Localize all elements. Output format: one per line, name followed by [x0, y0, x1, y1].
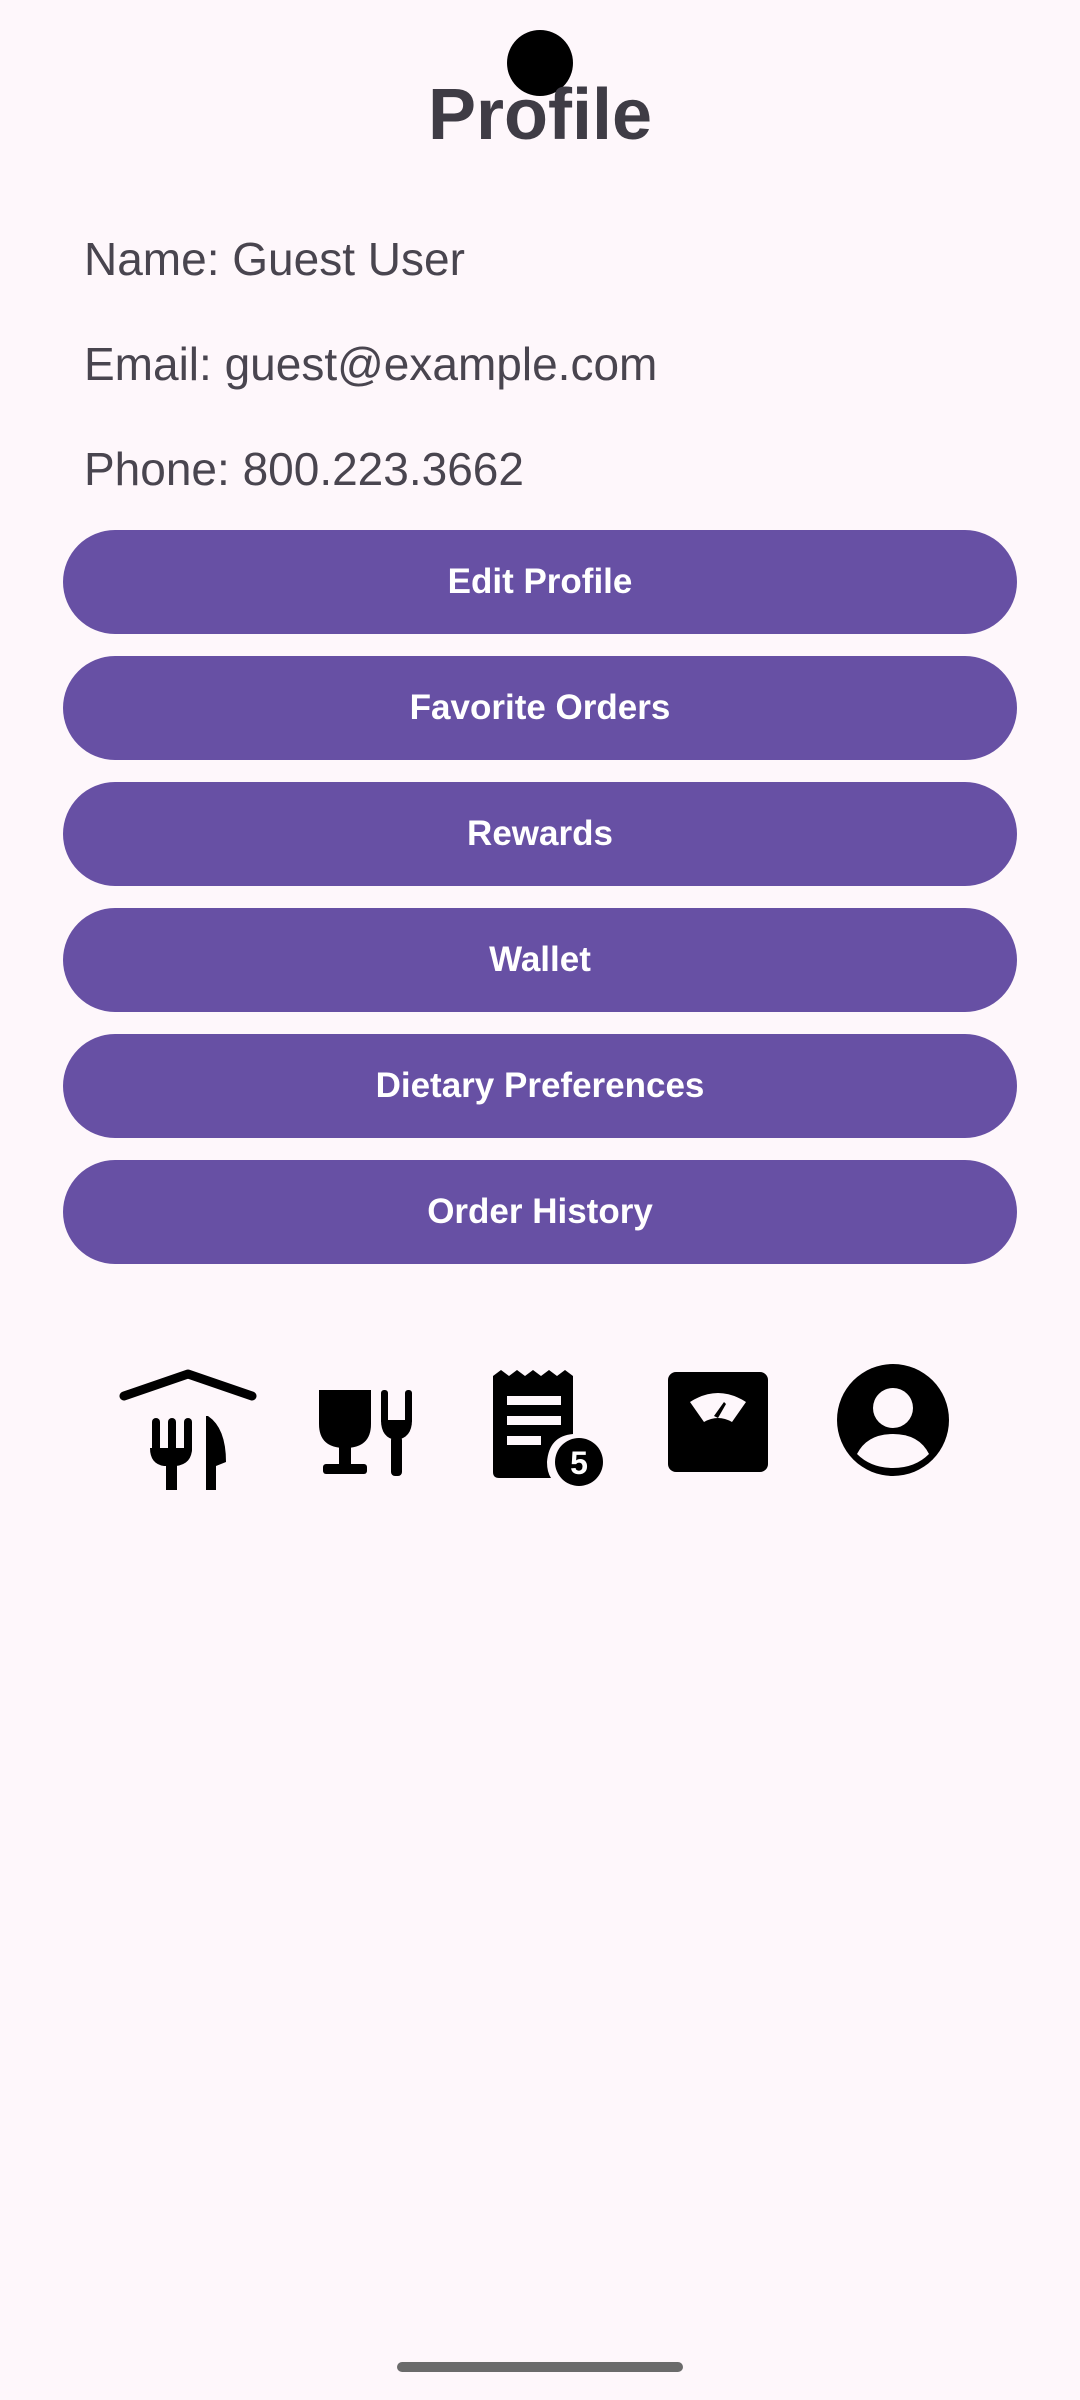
rewards-button[interactable]: Rewards — [63, 782, 1017, 886]
account-circle-icon — [837, 1364, 949, 1476]
bottom-navigation: 5 — [0, 1340, 1080, 1500]
page-title: Profile — [427, 75, 653, 155]
favorite-orders-button[interactable]: Favorite Orders — [63, 656, 1017, 760]
restaurant-home-icon — [119, 1369, 257, 1490]
receipt-badge-count: 5 — [570, 1445, 588, 1481]
receipt-icon: 5 — [493, 1370, 603, 1486]
nav-item-scale[interactable] — [646, 1340, 786, 1500]
nav-item-orders[interactable]: 5 — [471, 1340, 611, 1500]
scale-icon — [668, 1372, 768, 1472]
order-history-button[interactable]: Order History — [63, 1160, 1017, 1264]
dietary-preferences-button[interactable]: Dietary Preferences — [63, 1034, 1017, 1138]
nav-item-account[interactable] — [823, 1340, 963, 1500]
dining-icon — [319, 1390, 412, 1476]
wallet-button[interactable]: Wallet — [63, 908, 1017, 1012]
profile-email: Email: guest@example.com — [84, 338, 658, 390]
nav-item-dining[interactable] — [295, 1340, 435, 1500]
home-indicator[interactable] — [397, 2362, 683, 2372]
profile-name: Name: Guest User — [84, 233, 465, 285]
edit-profile-button[interactable]: Edit Profile — [63, 530, 1017, 634]
profile-phone: Phone: 800.223.3662 — [84, 443, 524, 495]
nav-item-restaurant[interactable] — [118, 1340, 258, 1500]
